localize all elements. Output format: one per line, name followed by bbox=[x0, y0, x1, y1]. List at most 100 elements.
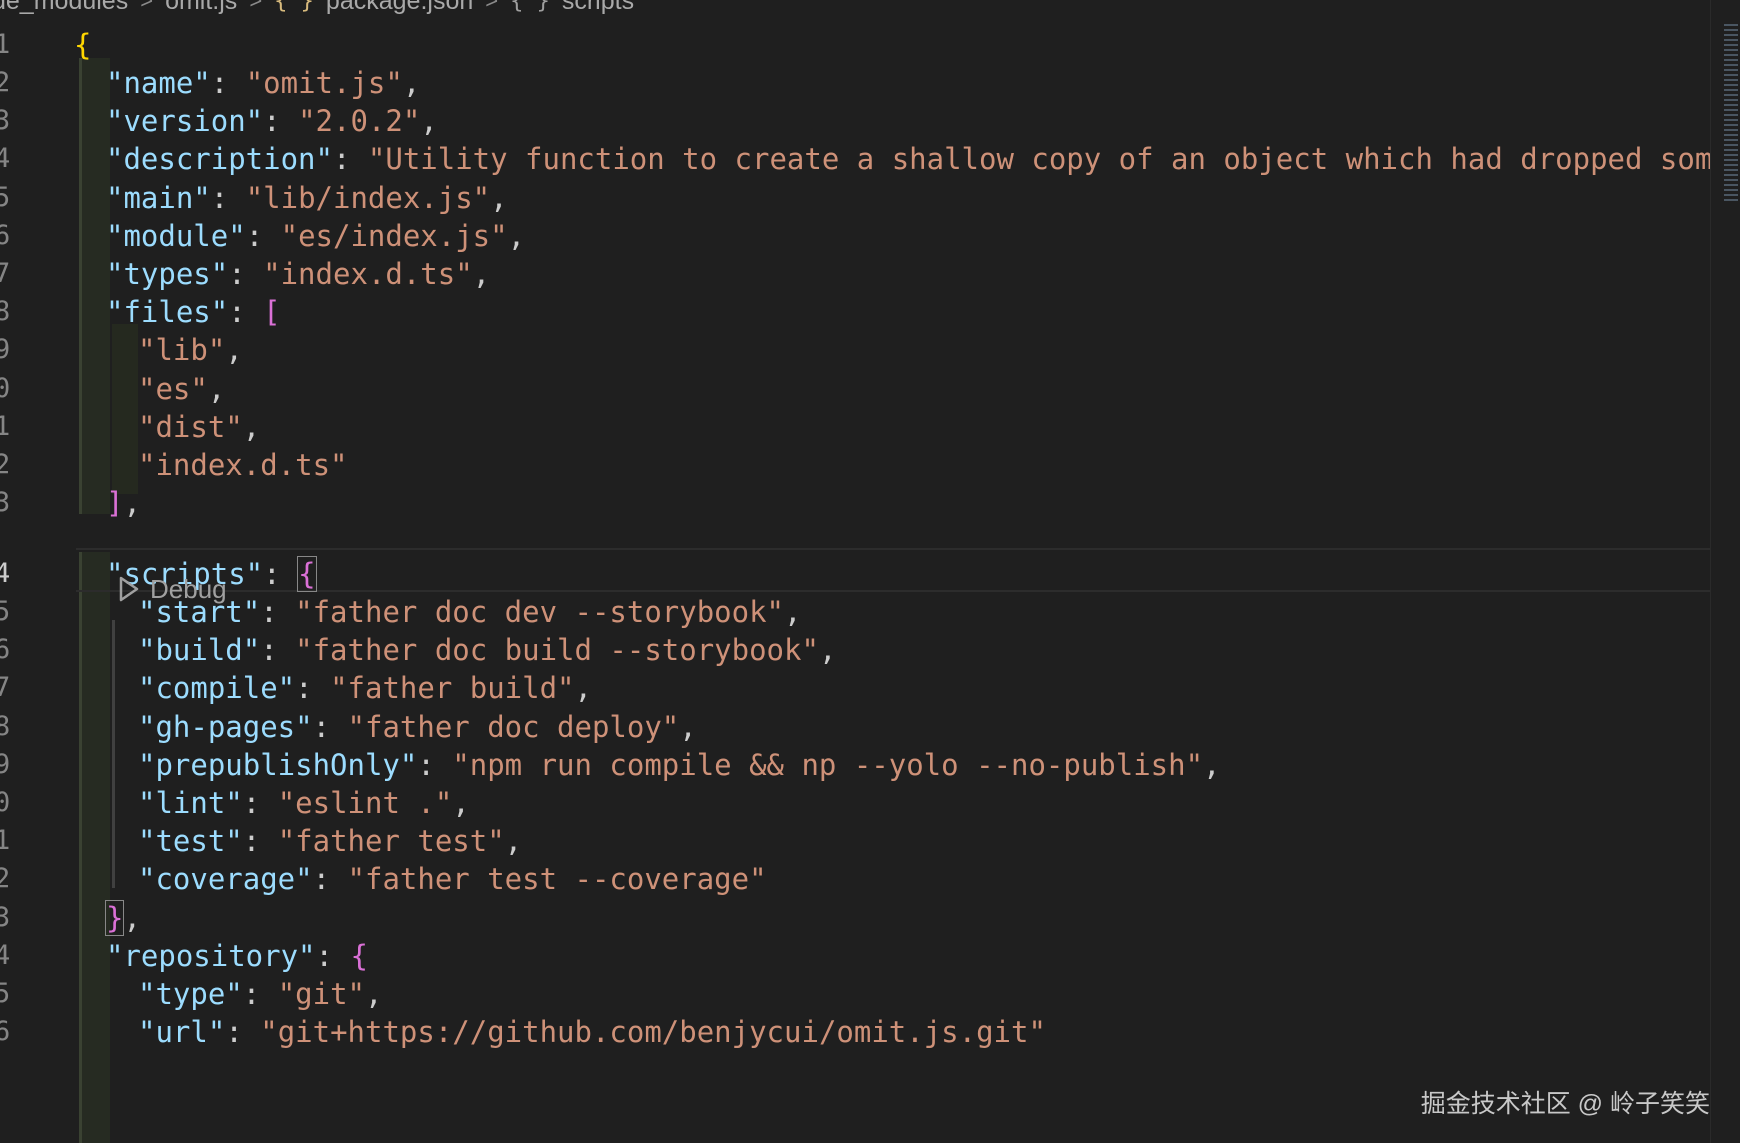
code-token: "father doc build --storybook" bbox=[295, 633, 819, 667]
code-token: : bbox=[260, 633, 296, 667]
code-line[interactable]: 2 "index.d.ts" bbox=[0, 444, 1710, 486]
code-token: "git+https://github.com/benjycui/omit.js… bbox=[260, 1015, 1046, 1049]
code-token: "prepublishOnly" bbox=[138, 748, 418, 782]
code-line[interactable]: 7 "types": "index.d.ts", bbox=[0, 253, 1710, 295]
breadcrumb-item-folder[interactable]: de_modules bbox=[0, 0, 128, 16]
line-number: 9 bbox=[0, 334, 11, 365]
code-token: : bbox=[225, 1015, 261, 1049]
code-line[interactable]: 1 "test": "father test", bbox=[0, 820, 1710, 862]
code-line[interactable]: 2 "name": "omit.js", bbox=[0, 62, 1710, 104]
code-line[interactable]: 0 "lint": "eslint .", bbox=[0, 782, 1710, 824]
code-editor[interactable]: 1{2 "name": "omit.js", 3 "version": "2.0.2"… bbox=[0, 0, 1730, 1143]
code-line[interactable]: 9 "lib", bbox=[0, 329, 1710, 371]
line-code: "url": "git+https://github.com/benjycui/… bbox=[138, 1011, 1046, 1053]
code-token: "npm run compile && np --yolo --no-publi… bbox=[452, 748, 1204, 782]
code-token: , bbox=[123, 901, 141, 935]
code-line[interactable]: 3], bbox=[0, 482, 1710, 524]
code-token: ] bbox=[106, 486, 124, 520]
line-code: "start": "father doc dev --storybook", bbox=[138, 591, 801, 633]
code-token: : bbox=[315, 939, 351, 973]
json-file-icon: { } bbox=[274, 0, 314, 14]
code-token: : bbox=[263, 104, 299, 138]
codelens-debug[interactable]: Debug bbox=[118, 571, 227, 607]
line-code: "module": "es/index.js", bbox=[106, 215, 525, 257]
code-line[interactable]: 3 "version": "2.0.2", bbox=[0, 100, 1710, 142]
line-code: "prepublishOnly": "npm run compile && np… bbox=[138, 744, 1221, 786]
code-token: , bbox=[207, 372, 226, 406]
codelens-debug-label: Debug bbox=[150, 573, 227, 604]
code-line[interactable]: 4 "repository": { bbox=[0, 935, 1710, 977]
minimap[interactable] bbox=[1724, 24, 1738, 204]
code-line[interactable]: 0 "es", bbox=[0, 368, 1710, 410]
breadcrumb-item-package[interactable]: omit.js bbox=[165, 0, 237, 16]
code-token: : bbox=[228, 295, 264, 329]
line-code: "lib", bbox=[138, 329, 243, 371]
code-token: "version" bbox=[106, 104, 264, 138]
code-token: : bbox=[312, 862, 348, 896]
code-line[interactable]: 8 "files": [ bbox=[0, 291, 1710, 333]
line-number: 4 bbox=[0, 558, 11, 589]
code-line[interactable]: 5 "start": "father doc dev --storybook", bbox=[0, 591, 1710, 633]
line-number: 1 bbox=[0, 825, 11, 856]
object-symbol-icon: { } bbox=[510, 0, 550, 14]
line-number: 3 bbox=[0, 902, 11, 933]
code-line[interactable]: 1{ bbox=[0, 24, 1710, 66]
code-token: , bbox=[420, 104, 438, 138]
code-line[interactable]: 4 "scripts": { bbox=[0, 553, 1710, 595]
line-code: "description": "Utility function to crea… bbox=[106, 138, 1730, 180]
chevron-right-icon: > bbox=[485, 0, 499, 13]
line-number: 5 bbox=[0, 978, 11, 1009]
code-token: "types" bbox=[106, 257, 229, 291]
code-token: "father test --coverage" bbox=[347, 862, 767, 896]
code-token: "2.0.2" bbox=[298, 104, 421, 138]
line-code: "test": "father test", bbox=[138, 820, 522, 862]
code-token: , bbox=[507, 219, 526, 253]
code-token: "lib/index.js" bbox=[245, 181, 491, 215]
code-token: "eslint ." bbox=[277, 786, 453, 820]
code-line[interactable]: 5 "type": "git", bbox=[0, 973, 1710, 1015]
code-line[interactable]: 4 "description": "Utility function to cre… bbox=[0, 138, 1730, 180]
breadcrumb-item-file[interactable]: package.json bbox=[326, 0, 473, 16]
line-number: 1 bbox=[0, 29, 11, 60]
code-line[interactable]: 1 "dist", bbox=[0, 406, 1710, 448]
code-line[interactable]: 6 "url": "git+https://github.com/benjycui… bbox=[0, 1011, 1710, 1053]
code-line[interactable]: 6 "build": "father doc build --storybook"… bbox=[0, 629, 1710, 671]
code-token: "main" bbox=[106, 181, 211, 215]
code-token: "lib" bbox=[138, 333, 226, 367]
code-line[interactable]: 7 "compile": "father build", bbox=[0, 667, 1710, 709]
code-token: "test" bbox=[138, 824, 243, 858]
code-token: , bbox=[365, 977, 383, 1011]
watermark: 掘金技术社区 @ 岭子笑笑 bbox=[1420, 1090, 1710, 1118]
code-token: , bbox=[784, 595, 802, 629]
code-token: , bbox=[123, 486, 141, 520]
code-token: : bbox=[210, 181, 246, 215]
code-line[interactable]: 5 "main": "lib/index.js", bbox=[0, 177, 1710, 219]
play-icon bbox=[119, 576, 139, 602]
breadcrumb-item-symbol[interactable]: scripts bbox=[562, 0, 634, 16]
line-code: }, bbox=[104, 897, 141, 939]
code-token: , bbox=[574, 671, 592, 705]
line-number: 1 bbox=[0, 411, 11, 442]
line-number: 2 bbox=[0, 67, 11, 98]
code-token: "files" bbox=[106, 295, 229, 329]
code-line[interactable]: 2 "coverage": "father test --coverage" bbox=[0, 858, 1710, 900]
line-code: "type": "git", bbox=[138, 973, 382, 1015]
code-line[interactable]: 6 "module": "es/index.js", bbox=[0, 215, 1710, 257]
code-token: "father doc dev --storybook" bbox=[295, 595, 785, 629]
line-number: 3 bbox=[0, 487, 11, 518]
code-line[interactable]: 8 "gh-pages": "father doc deploy", bbox=[0, 706, 1710, 748]
line-number: 7 bbox=[0, 672, 11, 703]
code-token: "description" bbox=[106, 142, 333, 176]
chevron-right-icon: > bbox=[249, 0, 263, 13]
code-line[interactable]: 3}, bbox=[0, 897, 1710, 939]
code-token: "dist" bbox=[138, 410, 243, 444]
code-token: "omit.js" bbox=[245, 66, 403, 100]
chevron-right-icon: > bbox=[140, 0, 154, 13]
code-token: "coverage" bbox=[138, 862, 313, 896]
line-number: 8 bbox=[0, 296, 11, 327]
line-code: "build": "father doc build --storybook", bbox=[138, 629, 836, 671]
code-token: "father doc deploy" bbox=[347, 710, 680, 744]
code-token: : bbox=[295, 671, 331, 705]
code-token: "name" bbox=[106, 66, 211, 100]
code-line[interactable]: 9 "prepublishOnly": "npm run compile && n… bbox=[0, 744, 1710, 786]
